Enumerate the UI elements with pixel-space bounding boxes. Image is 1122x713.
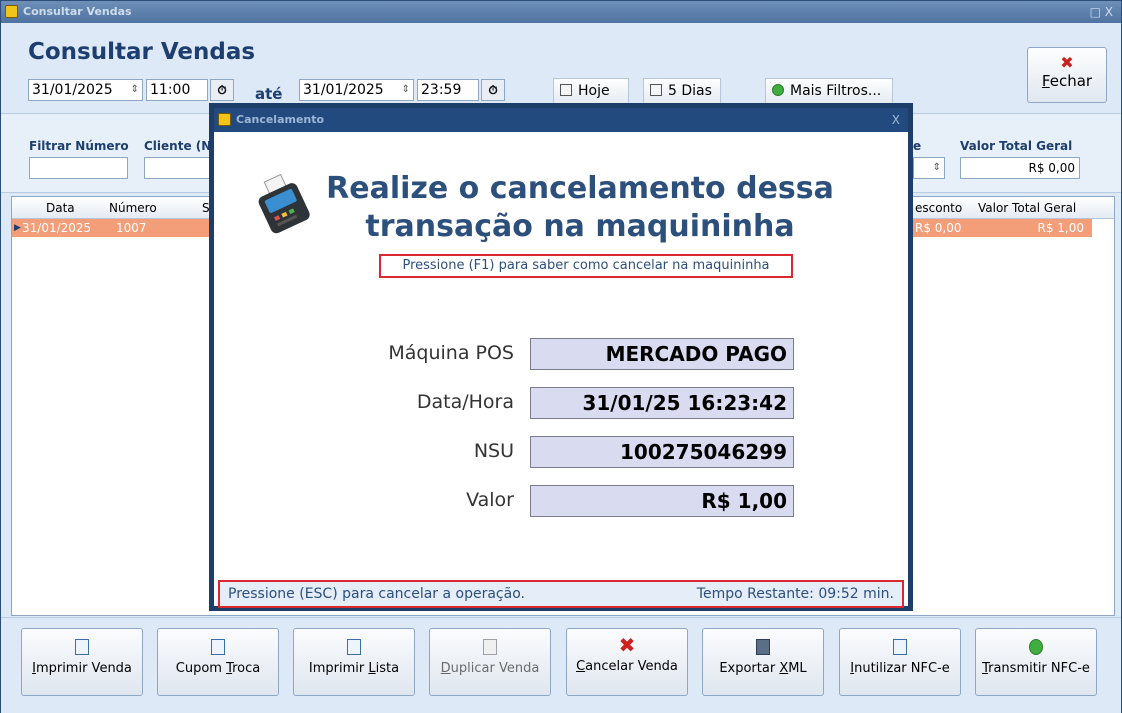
dialog-close-icon[interactable]: X: [892, 108, 900, 132]
amount-label: Valor: [466, 489, 514, 511]
dialog-title-bar: Cancelamento X: [214, 108, 908, 132]
datetime-value: 31/01/25 16:23:42: [530, 387, 794, 419]
machine-value: MERCADO PAGO: [530, 338, 794, 370]
partial-filter-select[interactable]: ⇕: [913, 157, 945, 179]
export-xml-button[interactable]: Exportar XML: [702, 628, 824, 696]
total-label: Valor Total Geral: [960, 139, 1073, 153]
client-filter-input[interactable]: [144, 157, 214, 179]
calendar-icon: [650, 84, 662, 96]
start-time-picker-icon[interactable]: ⏱: [210, 79, 234, 101]
help-hint: Pressione (F1) para saber como cancelar …: [379, 254, 793, 278]
print-list-button[interactable]: Imprimir Lista: [293, 628, 415, 696]
spin-icon[interactable]: ⇕: [131, 80, 139, 100]
void-nfce-button[interactable]: Inutilizar NFC-e: [839, 628, 961, 696]
amount-value: R$ 1,00: [530, 485, 794, 517]
five-days-button[interactable]: 5 Dias: [643, 78, 721, 104]
start-time-field[interactable]: 11:00: [146, 79, 208, 101]
end-time-picker-icon[interactable]: ⏱: [481, 79, 505, 101]
time-remaining: Tempo Restante: 09:52 min.: [696, 586, 894, 602]
number-filter-label: Filtrar Número: [29, 139, 129, 153]
edit-document-icon: [893, 639, 907, 655]
refresh-icon: [1029, 639, 1043, 655]
calendar-icon: [560, 84, 572, 96]
number-filter-input[interactable]: [29, 157, 128, 179]
row-pointer-icon: ▶: [14, 223, 21, 233]
print-preview-icon: [347, 639, 361, 655]
duplicate-icon: [483, 639, 497, 655]
cancel-sale-button[interactable]: ✖ Cancelar Venda: [566, 628, 688, 696]
column-header-number[interactable]: Número: [109, 197, 157, 219]
row-total: R$ 1,00: [1037, 221, 1084, 235]
app-icon: [218, 113, 231, 126]
page-title: Consultar Vendas: [28, 39, 256, 65]
nsu-label: NSU: [473, 440, 514, 462]
datetime-label: Data/Hora: [416, 391, 514, 413]
dialog-title: Cancelamento: [236, 113, 325, 126]
column-header-total[interactable]: Valor Total Geral: [978, 197, 1076, 219]
export-icon: [756, 639, 770, 655]
escape-hint: Pressione (ESC) para cancelar a operação…: [228, 586, 525, 602]
client-filter-label: Cliente (N: [144, 139, 212, 153]
action-bar: Imprimir Venda Cupom Troca Imprimir List…: [1, 617, 1121, 713]
close-icon: ✖: [1060, 53, 1074, 72]
exchange-coupon-button[interactable]: Cupom Troca: [157, 628, 279, 696]
column-header-discount[interactable]: esconto: [915, 197, 962, 219]
row-discount: R$ 0,00: [915, 221, 962, 235]
dialog-status-bar: Pressione (ESC) para cancelar a operação…: [218, 580, 904, 608]
window-title: Consultar Vendas: [23, 5, 132, 18]
duplicate-sale-button[interactable]: Duplicar Venda: [429, 628, 551, 696]
end-date-field[interactable]: 31/01/2025 ⇕: [299, 79, 414, 101]
plus-circle-icon: [772, 84, 784, 96]
print-preview-icon: [211, 639, 225, 655]
print-preview-icon: [75, 639, 89, 655]
partial-filter-label: e: [913, 139, 922, 153]
row-date: 31/01/2025: [22, 221, 92, 235]
dialog-heading: Realize o cancelamento dessa transação n…: [326, 171, 834, 244]
app-icon: [5, 5, 18, 18]
nsu-value: 100275046299: [530, 436, 794, 468]
machine-label: Máquina POS: [388, 342, 514, 364]
column-header-date[interactable]: Data: [46, 197, 75, 219]
pos-terminal-icon: [258, 173, 310, 234]
print-sale-button[interactable]: Imprimir Venda: [21, 628, 143, 696]
end-time-field[interactable]: 23:59: [417, 79, 479, 101]
cancellation-dialog: Cancelamento X Realize o cancelamento de…: [209, 103, 913, 611]
total-value-field: R$ 0,00: [960, 157, 1080, 179]
window-controls[interactable]: □ X: [1090, 1, 1113, 23]
start-date-field[interactable]: 31/01/2025 ⇕: [28, 79, 143, 101]
title-bar: Consultar Vendas □ X: [1, 1, 1121, 23]
spin-icon[interactable]: ⇕: [402, 80, 410, 100]
more-filters-button[interactable]: Mais Filtros...: [765, 78, 893, 104]
transmit-nfce-button[interactable]: Transmitir NFC-e: [975, 628, 1097, 696]
row-number: 1007: [116, 221, 147, 235]
cancel-x-icon: ✖: [618, 633, 636, 657]
main-window: Consultar Vendas □ X Consultar Vendas 31…: [0, 0, 1122, 713]
today-button[interactable]: Hoje: [553, 78, 629, 104]
close-button[interactable]: ✖ Fechar: [1027, 47, 1107, 103]
date-range-separator: até: [255, 85, 283, 103]
